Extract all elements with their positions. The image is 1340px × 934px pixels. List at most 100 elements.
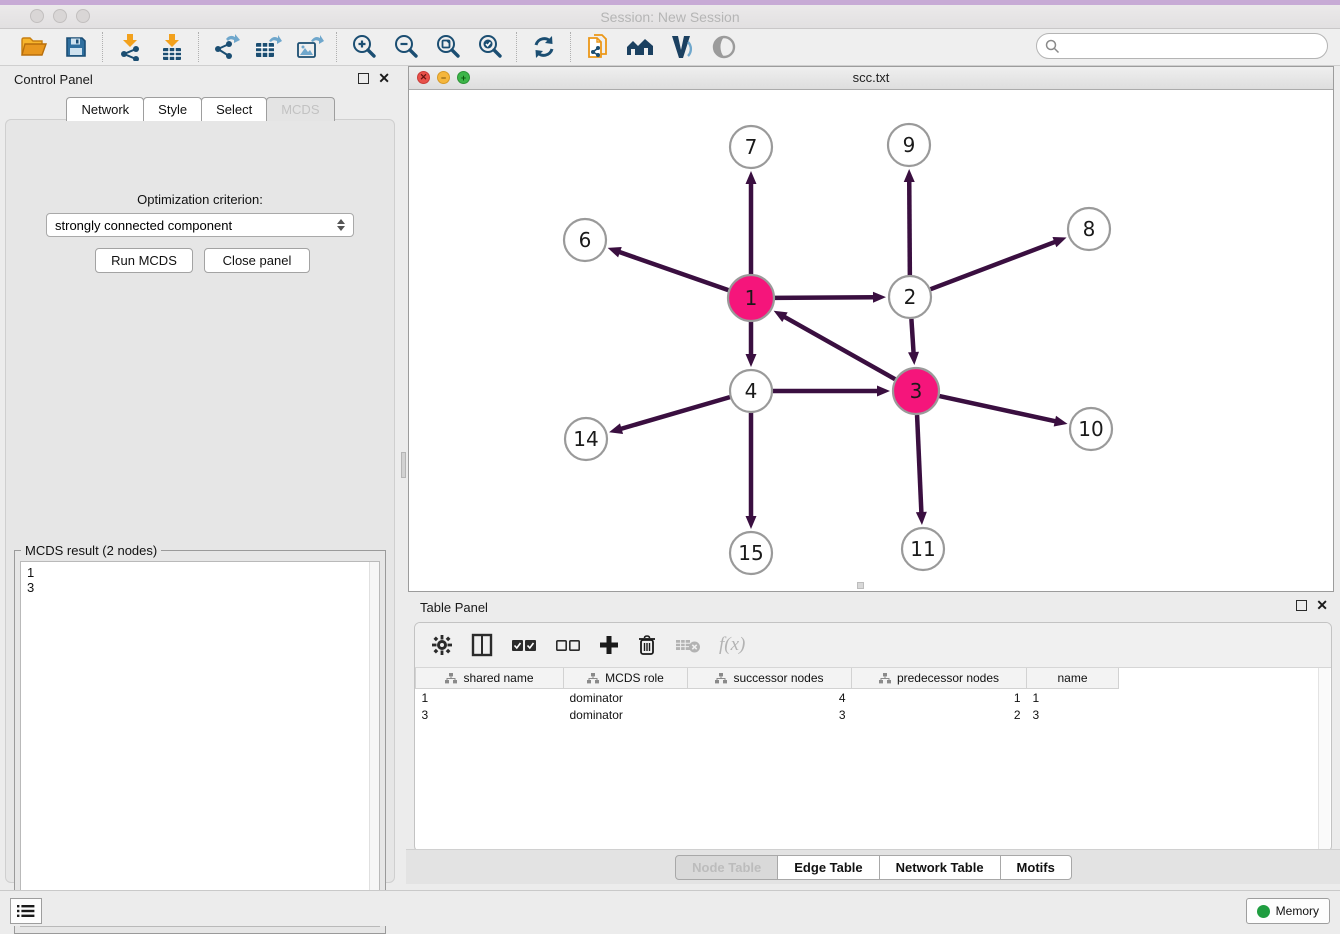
sort-icon [587,673,599,684]
zoom-fit-icon[interactable] [432,32,464,62]
edge-1-2[interactable] [775,297,875,298]
edge-2-3[interactable] [911,319,913,354]
tab-network-table[interactable]: Network Table [879,855,1001,880]
open-session-icon[interactable] [18,32,50,62]
column-header-MCDS-role[interactable]: MCDS role [564,668,688,689]
mcds-result-box: MCDS result (2 nodes) 1 3 [14,550,386,934]
search-icon [1045,39,1060,54]
node-label-8: 8 [1083,217,1096,241]
table-row[interactable]: 1dominator411 [416,689,1119,707]
table-cell[interactable]: 1 [852,689,1027,707]
tab-select[interactable]: Select [201,97,267,121]
control-panel-title: Control Panel [14,72,93,87]
mcds-result-text[interactable]: 1 3 [20,561,380,927]
table-header[interactable]: shared nameMCDS rolesuccessor nodesprede… [416,668,1119,689]
search-field[interactable] [1036,33,1328,59]
network-overview-icon[interactable] [624,32,656,62]
edge-3-10[interactable] [939,396,1056,421]
column-icon[interactable] [471,633,493,657]
vizmapper-icon[interactable] [666,32,698,62]
zoom-selected-icon[interactable] [474,32,506,62]
table-scrollbar[interactable] [1318,668,1330,850]
sort-icon [715,673,727,684]
result-scrollbar[interactable] [369,562,379,926]
save-session-icon[interactable] [60,32,92,62]
column-header-name[interactable]: name [1027,668,1119,689]
table-cell[interactable]: dominator [564,689,688,707]
table-cell[interactable]: 4 [688,689,852,707]
tab-motifs[interactable]: Motifs [1000,855,1072,880]
delete-icon[interactable] [637,634,657,656]
export-table-icon[interactable] [252,32,284,62]
table-cell[interactable]: 1 [1027,689,1119,707]
network-canvas[interactable]: 7968124314101511 [409,89,1333,591]
control-panel: Control Panel ✕ NetworkStyleSelectMCDS O… [0,66,400,884]
table-row[interactable]: 3dominator323 [416,706,1119,723]
tab-network[interactable]: Network [66,97,144,121]
show-graphics-icon[interactable] [708,32,740,62]
mcds-result-title: MCDS result (2 nodes) [21,543,161,558]
select-all-icon[interactable] [511,639,537,652]
close-panel-button[interactable]: Close panel [204,248,310,273]
memory-button[interactable]: Memory [1246,898,1330,924]
edge-2-8[interactable] [931,241,1057,289]
run-mcds-button[interactable]: Run MCDS [95,248,193,273]
network-window-titlebar[interactable]: ✕ − + scc.txt [409,67,1333,90]
node-label-9: 9 [903,133,916,157]
zoom-out-icon[interactable] [390,32,422,62]
duplicate-network-icon[interactable] [582,32,614,62]
float-table-panel-icon[interactable] [1296,600,1307,611]
tab-edge-table[interactable]: Edge Table [777,855,879,880]
export-network-icon[interactable] [210,32,242,62]
search-input[interactable] [1065,35,1327,57]
edge-arrowhead [1052,237,1066,247]
import-network-icon[interactable] [114,32,146,62]
tab-style[interactable]: Style [143,97,202,121]
edge-arrowhead [904,169,915,182]
delete-table-icon[interactable] [675,636,701,654]
table-toolbar: f(x) [415,623,1331,668]
export-image-icon[interactable] [294,32,326,62]
edge-1-6[interactable] [618,252,728,291]
edge-3-11[interactable] [917,415,921,514]
memory-status-icon [1257,905,1270,918]
sort-icon [445,673,457,684]
sort-icon [879,673,891,684]
edge-3-1[interactable] [783,316,895,379]
edge-2-9[interactable] [909,180,910,275]
float-panel-icon[interactable] [358,73,369,84]
table-cell[interactable]: 3 [688,706,852,723]
column-header-successor-nodes[interactable]: successor nodes [688,668,852,689]
mcds-panel: Optimization criterion: strongly connect… [5,119,395,883]
column-header-shared-name[interactable]: shared name [416,668,564,689]
table-tabs-strip: Node TableEdge TableNetwork TableMotifs [406,849,1340,884]
close-panel-icon[interactable]: ✕ [378,73,390,84]
table-cell[interactable]: dominator [564,706,688,723]
zoom-in-icon[interactable] [348,32,380,62]
column-header-predecessor-nodes[interactable]: predecessor nodes [852,668,1027,689]
selected-criterion: strongly connected component [55,218,232,233]
tab-node-table[interactable]: Node Table [675,855,778,880]
table-cell[interactable]: 3 [416,706,564,723]
canvas-scroll-handle[interactable] [857,582,864,589]
node-label-3: 3 [910,379,923,403]
table-cell[interactable]: 2 [852,706,1027,723]
table-body[interactable]: 1dominator4113dominator323 [416,689,1119,724]
optimization-criterion-select[interactable]: strongly connected component [46,213,354,237]
edge-arrowhead [916,512,927,525]
edge-4-14[interactable] [620,397,730,429]
table-cell[interactable]: 1 [416,689,564,707]
panel-splitter-handle[interactable] [401,452,406,478]
tab-mcds[interactable]: MCDS [266,97,334,121]
refresh-icon[interactable] [528,32,560,62]
close-table-panel-icon[interactable]: ✕ [1316,600,1328,611]
import-table-icon[interactable] [156,32,188,62]
unselect-all-icon[interactable] [555,639,581,652]
edge-arrowhead [1054,416,1068,427]
table-cell[interactable]: 3 [1027,706,1119,723]
edge-arrowhead [877,386,890,397]
gear-icon[interactable] [431,634,453,656]
add-icon[interactable] [599,635,619,655]
select-stepper-icon [337,219,345,231]
task-history-button[interactable] [10,898,42,924]
